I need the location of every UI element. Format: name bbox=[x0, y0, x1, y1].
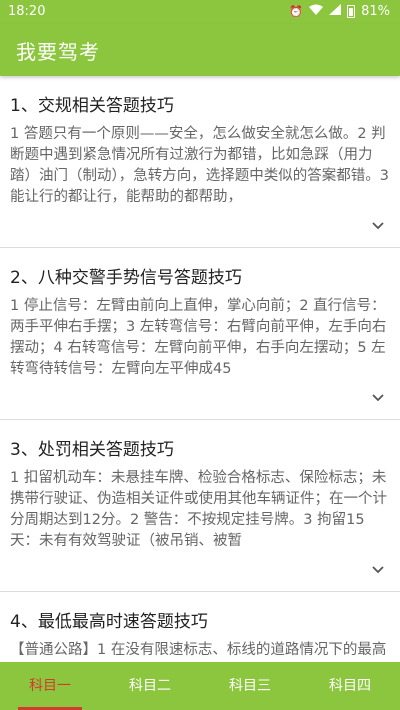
app-bar: 我要驾考 bbox=[0, 24, 400, 76]
tab-subject-3[interactable]: 科目三 bbox=[200, 662, 300, 710]
tip-body: 1 答题只有一个原则——安全，怎么做安全就怎么做。2 判断题中遇到紧急情况所有过… bbox=[10, 126, 389, 205]
tab-subject-1[interactable]: 科目一 bbox=[0, 662, 100, 710]
tab-subject-2[interactable]: 科目二 bbox=[100, 662, 200, 710]
status-bar: 18:20 ⏰ 81% bbox=[0, 0, 400, 24]
alarm-icon: ⏰ bbox=[289, 4, 304, 18]
tab-subject-4[interactable]: 科目四 bbox=[300, 662, 400, 710]
tip-card[interactable]: 2、八种交警手势信号答题技巧 1 停止信号：左臂由前向上直伸，掌心向前；2 直行… bbox=[0, 248, 400, 420]
battery-icon bbox=[347, 5, 356, 18]
tip-title: 1、交规相关答题技巧 bbox=[10, 96, 174, 116]
tip-body: 1 扣留机动车：未悬挂车牌、检验合格标志、保险标志；未携带行驶证、伪造相关证件或… bbox=[10, 470, 387, 549]
battery-percent: 81% bbox=[361, 4, 390, 19]
status-time: 18:20 bbox=[8, 4, 46, 19]
tip-title: 3、处罚相关答题技巧 bbox=[10, 440, 174, 460]
tip-card[interactable]: 3、处罚相关答题技巧 1 扣留机动车：未悬挂车牌、检验合格标志、保险标志；未携带… bbox=[0, 420, 400, 592]
signal-icon bbox=[329, 4, 342, 19]
chevron-down-icon[interactable] bbox=[370, 390, 386, 404]
app-title: 我要驾考 bbox=[16, 40, 100, 64]
chevron-down-icon[interactable] bbox=[370, 218, 386, 232]
tip-title: 2、八种交警手势信号答题技巧 bbox=[10, 268, 242, 288]
tips-list: 1、交规相关答题技巧 1 答题只有一个原则——安全，怎么做安全就怎么做。2 判断… bbox=[0, 76, 400, 662]
tip-card[interactable]: 1、交规相关答题技巧 1 答题只有一个原则——安全，怎么做安全就怎么做。2 判断… bbox=[0, 76, 400, 248]
tip-card[interactable]: 4、最低最高时速答题技巧 【普通公路】1 在没有限速标志、标线的道路情况下的最高… bbox=[0, 592, 400, 662]
bottom-tab-bar: 科目一 科目二 科目三 科目四 bbox=[0, 662, 400, 710]
chevron-down-icon[interactable] bbox=[370, 562, 386, 576]
status-icons: ⏰ 81% bbox=[289, 4, 390, 19]
tip-body: 【普通公路】1 在没有限速标志、标线的道路情况下的最高时速:没有道路中心线的城市… bbox=[10, 642, 387, 658]
tip-body: 1 停止信号：左臂由前向上直伸，掌心向前；2 直行信号：两手平伸右手摆；3 左转… bbox=[10, 298, 387, 377]
wifi-icon bbox=[309, 4, 324, 19]
tip-title: 4、最低最高时速答题技巧 bbox=[10, 612, 208, 632]
